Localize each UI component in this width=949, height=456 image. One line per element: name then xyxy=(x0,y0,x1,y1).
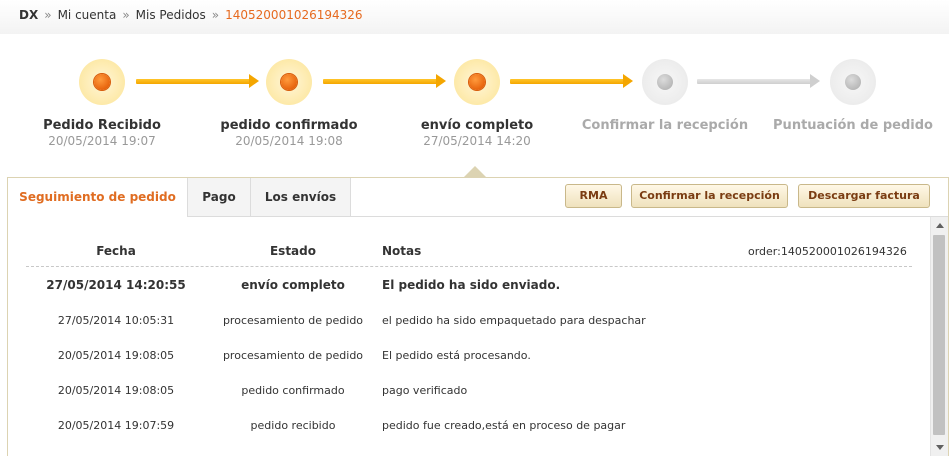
row-status: procesamiento de pedido xyxy=(222,314,364,327)
row-status: envío completo xyxy=(241,278,345,292)
column-header-date: Fecha xyxy=(96,244,136,258)
tab-shipments[interactable]: Los envíos xyxy=(251,178,351,216)
top-bar: DX » Mi cuenta » Mis Pedidos » 140520001026194… xyxy=(0,0,949,34)
order-details-panel: Seguimiento de pedido Pago Los envíos RM… xyxy=(7,177,949,456)
confirm-receipt-button[interactable]: Confirmar la recepción xyxy=(631,184,788,208)
step-done-circle-icon xyxy=(79,59,125,105)
breadcrumb-home-link[interactable]: DX xyxy=(19,8,38,22)
row-date: 20/05/2014 19:08:05 xyxy=(57,384,175,397)
step-time: 20/05/2014 19:07 xyxy=(48,134,156,148)
step-done-circle-icon xyxy=(454,59,500,105)
orange-dot-icon xyxy=(281,74,297,90)
step-title: envío completo xyxy=(420,118,534,133)
row-status: pedido recibido xyxy=(250,419,336,432)
step-order-received: Pedido Recibido 20/05/2014 19:07 xyxy=(2,55,202,148)
step-pending-circle-icon xyxy=(642,59,688,105)
scroll-down-arrow-icon[interactable] xyxy=(931,440,948,456)
step-time: 27/05/2014 14:20 xyxy=(423,134,531,148)
vertical-scrollbar[interactable] xyxy=(930,217,948,456)
rma-button[interactable]: RMA xyxy=(565,184,622,208)
orange-dot-icon xyxy=(469,74,485,90)
breadcrumb-separator: » xyxy=(44,8,52,22)
breadcrumb-separator: » xyxy=(122,8,130,22)
row-status: procesamiento de pedido xyxy=(222,349,364,362)
row-date: 27/05/2014 10:05:31 xyxy=(57,314,175,327)
breadcrumb-separator: » xyxy=(211,8,220,22)
order-reference: order:140520001026194326 xyxy=(748,245,907,258)
step-confirm-receipt: Confirmar la recepción xyxy=(565,55,765,134)
tab-bar: Seguimiento de pedido Pago Los envíos RM… xyxy=(8,178,948,217)
tab-order-tracking[interactable]: Seguimiento de pedido xyxy=(8,178,188,217)
step-order-rating: Puntuación de pedido xyxy=(753,55,949,134)
row-notes: pago verificado xyxy=(382,384,468,397)
breadcrumb: DX » Mi cuenta » Mis Pedidos » 140520001026194… xyxy=(19,8,363,22)
step-shipment-complete: envío completo 27/05/2014 14:20 xyxy=(377,55,577,148)
column-header-notes: Notas xyxy=(382,244,422,258)
orange-dot-icon xyxy=(94,74,110,90)
step-title: Pedido Recibido xyxy=(43,118,161,133)
scrollbar-thumb[interactable] xyxy=(933,235,945,435)
column-header-status: Estado xyxy=(269,244,316,258)
step-title: Puntuación de pedido xyxy=(773,118,933,133)
download-invoice-button[interactable]: Descargar factura xyxy=(798,184,930,208)
row-notes: El pedido ha sido enviado. xyxy=(382,278,561,292)
row-date: 20/05/2014 19:07:59 xyxy=(57,419,175,432)
breadcrumb-current-order: 140520001026194326 xyxy=(225,8,363,22)
scroll-up-arrow-icon[interactable] xyxy=(931,217,948,233)
row-date: 20/05/2014 19:08:05 xyxy=(57,349,175,362)
breadcrumb-my-account-link[interactable]: Mi cuenta xyxy=(58,8,117,22)
order-progress-tracker: Pedido Recibido 20/05/2014 19:07 pedido … xyxy=(0,55,949,165)
row-notes: el pedido ha sido empaquetado para despa… xyxy=(382,314,646,327)
row-notes: El pedido está procesando. xyxy=(382,349,531,362)
step-order-confirmed: pedido confirmado 20/05/2014 19:08 xyxy=(189,55,389,148)
tab-payment[interactable]: Pago xyxy=(188,178,251,216)
row-date: 27/05/2014 14:20:55 xyxy=(46,278,186,292)
row-notes: pedido fue creado,está en proceso de pag… xyxy=(382,419,626,432)
step-title: pedido confirmado xyxy=(220,118,358,133)
step-pending-circle-icon xyxy=(830,59,876,105)
gray-dot-icon xyxy=(845,74,861,90)
header-divider xyxy=(26,266,912,267)
breadcrumb-my-orders-link[interactable]: Mis Pedidos xyxy=(136,8,206,22)
row-status: pedido confirmado xyxy=(241,384,345,397)
gray-dot-icon xyxy=(657,74,673,90)
step-time: 20/05/2014 19:08 xyxy=(235,134,343,148)
step-title: Confirmar la recepción xyxy=(581,118,749,133)
step-done-circle-icon xyxy=(266,59,312,105)
